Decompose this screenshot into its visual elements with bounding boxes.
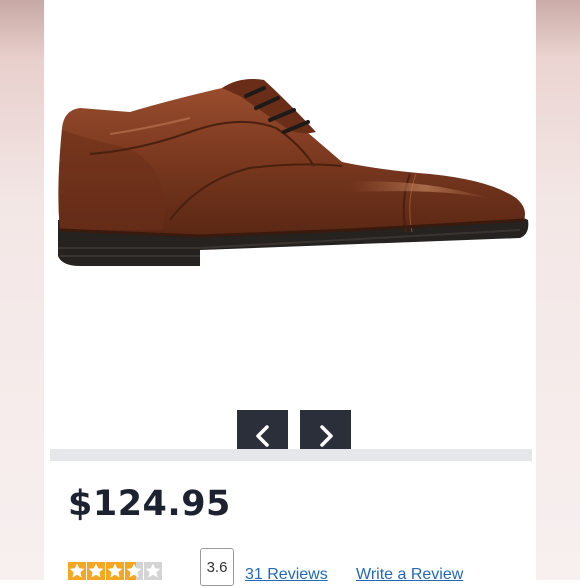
product-image: [50, 70, 532, 280]
product-card: $124.95 3.6 31 Reviews Write a Review: [44, 0, 536, 586]
background-right: [536, 0, 580, 580]
star-icon: [87, 562, 105, 580]
star-rating: [68, 562, 162, 580]
shoe-illustration: [58, 79, 529, 266]
write-review-link[interactable]: Write a Review: [356, 566, 463, 584]
star-icon: [106, 562, 124, 580]
star-icon: [68, 562, 86, 580]
rating-score: 3.6: [200, 548, 234, 586]
star-icon: [144, 562, 162, 580]
chevron-left-icon: [255, 424, 269, 447]
gallery-scroll-track[interactable]: [50, 449, 532, 461]
background-left: [0, 0, 44, 580]
reviews-count-link[interactable]: 31 Reviews: [245, 566, 328, 584]
chevron-right-icon: [319, 424, 333, 447]
rating-row: 3.6 31 Reviews Write a Review: [68, 548, 528, 588]
product-price: $124.95: [68, 484, 231, 524]
star-icon: [125, 562, 143, 580]
